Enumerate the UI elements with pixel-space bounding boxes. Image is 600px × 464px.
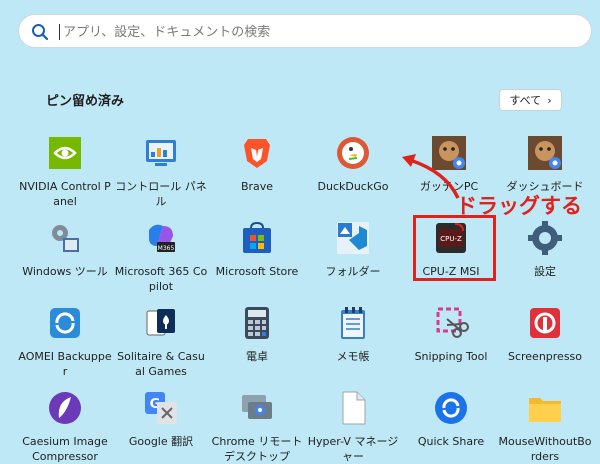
app-label: 設定 <box>534 265 556 278</box>
solitaire-cards-icon <box>146 309 175 336</box>
app-snipping[interactable]: Snipping Tool <box>404 305 498 364</box>
all-apps-label: すべて <box>509 94 542 107</box>
app-label: 電卓 <box>246 350 268 363</box>
gear-icon <box>528 221 562 255</box>
app-label: NVIDIA Control Panel <box>19 180 111 208</box>
app-label: Quick Share <box>417 435 485 448</box>
app-hyperv[interactable]: Hyper-V マネージャー <box>306 390 400 464</box>
screenpresso-icon <box>530 308 560 338</box>
search-box[interactable] <box>18 14 592 48</box>
app-duckduckgo[interactable]: DuckDuckGo <box>306 135 400 194</box>
app-label: Snipping Tool <box>414 350 488 363</box>
app-label: Microsoft 365 Copilot <box>114 265 208 293</box>
app-notepad[interactable]: メモ帳 <box>306 305 400 364</box>
brave-lion-icon <box>244 139 270 168</box>
app-dash-board[interactable]: ダッシュボード <box>498 135 592 194</box>
app-quickshare[interactable]: Quick Share <box>404 390 498 449</box>
app-label: フォルダー <box>325 265 381 278</box>
snipping-tool-icon <box>436 307 469 338</box>
app-folder[interactable]: フォルダー <box>306 220 400 279</box>
app-label: Solitaire & Casual Games <box>117 350 205 378</box>
app-m365[interactable]: M365 Microsoft 365 Copilot <box>114 220 208 294</box>
app-caesium[interactable]: Caesium Image Compressor <box>18 390 112 464</box>
calculator-icon <box>245 307 269 339</box>
search-input[interactable] <box>61 21 565 43</box>
app-gtranslate[interactable]: G Google 翻訳 <box>114 390 208 449</box>
app-control-panel[interactable]: コントロール パネル <box>114 135 208 209</box>
notepad-icon <box>341 307 365 339</box>
app-label: Chrome リモート デスクトップ <box>211 435 303 463</box>
folder-vscode-icon <box>337 222 369 254</box>
pinned-section-title: ピン留め済み <box>46 94 125 109</box>
quick-share-icon <box>435 392 467 424</box>
duckduckgo-icon <box>337 137 369 169</box>
cpuz-highlight-box <box>413 215 496 281</box>
app-label: Windows ツール <box>22 265 108 278</box>
app-label: Brave <box>240 180 274 193</box>
store-bag-icon <box>243 221 271 253</box>
all-apps-button[interactable]: すべて › <box>499 89 562 111</box>
chrome-remote-desktop-icon <box>242 395 272 419</box>
folder-icon <box>529 398 561 422</box>
dog-chrome-shortcut-icon <box>528 136 562 170</box>
app-label: メモ帳 <box>336 350 370 363</box>
app-aomei[interactable]: AOMEI Backupper <box>18 305 112 379</box>
control-panel-icon <box>146 140 176 166</box>
m365-copilot-icon: M365 <box>149 224 175 252</box>
windows-tools-icon <box>52 225 79 252</box>
app-brave[interactable]: Brave <box>210 135 304 194</box>
app-label: Microsoft Store <box>215 265 299 278</box>
document-icon <box>342 391 366 425</box>
app-screenpresso[interactable]: Screenpresso <box>498 305 592 364</box>
app-label: Google 翻訳 <box>128 435 194 448</box>
app-calculator[interactable]: 電卓 <box>210 305 304 364</box>
caesium-feather-icon <box>49 392 81 424</box>
app-label: Screenpresso <box>507 350 583 363</box>
app-settings[interactable]: 設定 <box>498 220 592 279</box>
aomei-backupper-icon <box>50 308 80 338</box>
svg-text:M365: M365 <box>158 245 175 252</box>
text-caret <box>59 24 60 40</box>
app-ms-store[interactable]: Microsoft Store <box>210 220 304 279</box>
app-windows-tools[interactable]: Windows ツール <box>18 220 112 279</box>
app-label: MouseWithoutBorders <box>498 435 592 463</box>
nvidia-icon <box>49 137 81 169</box>
drag-instruction-text: ドラッグする <box>456 194 582 218</box>
app-solitaire[interactable]: Solitaire & Casual Games <box>114 305 208 379</box>
search-icon <box>32 24 49 41</box>
app-label: Caesium Image Compressor <box>22 435 108 463</box>
app-label: DuckDuckGo <box>317 180 389 193</box>
app-label: AOMEI Backupper <box>18 350 112 378</box>
app-label: コントロール パネル <box>115 180 207 208</box>
google-translate-icon: G <box>145 392 177 424</box>
app-mwb[interactable]: MouseWithoutBorders <box>498 390 592 464</box>
app-label: Hyper-V マネージャー <box>307 435 399 463</box>
app-chrome-rd[interactable]: Chrome リモート デスクトップ <box>210 390 304 464</box>
app-nvidia[interactable]: NVIDIA Control Panel <box>18 135 112 209</box>
chevron-right-icon: › <box>547 93 552 107</box>
